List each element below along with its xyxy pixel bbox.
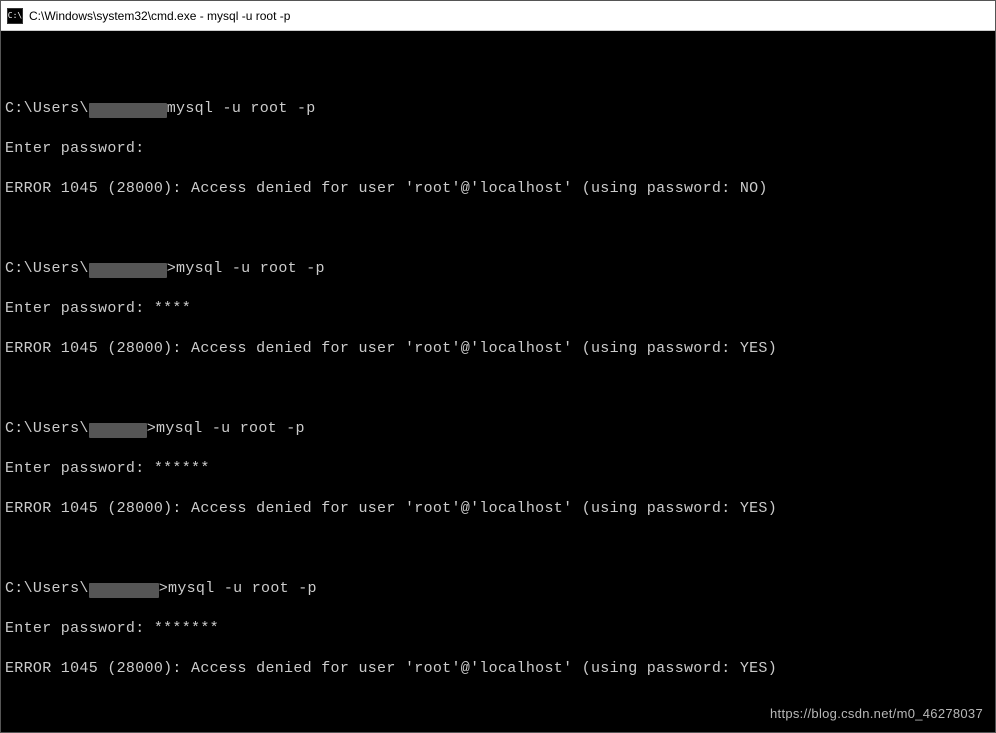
- redacted-username: [89, 263, 167, 278]
- terminal-line: C:\Users\ mysql -u root -p: [5, 99, 991, 119]
- redacted-username: [89, 583, 159, 598]
- terminal-line: ERROR 1045 (28000): Access denied for us…: [5, 659, 991, 679]
- prompt-path: C:\Users\: [5, 420, 89, 437]
- terminal-line: C:\Users\ >mysql -u root -p: [5, 419, 991, 439]
- terminal-line: [5, 59, 991, 79]
- terminal-line: ERROR 1045 (28000): Access denied for us…: [5, 339, 991, 359]
- terminal-line: C:\Users\ >mysql -u root -p: [5, 259, 991, 279]
- window-title: C:\Windows\system32\cmd.exe - mysql -u r…: [29, 9, 290, 23]
- prompt-path: C:\Users\: [5, 100, 89, 117]
- terminal-line: C:\Users\ >mysql -u root -p: [5, 579, 991, 599]
- terminal-line: [5, 379, 991, 399]
- titlebar[interactable]: C:\ C:\Windows\system32\cmd.exe - mysql …: [1, 1, 995, 31]
- terminal-line: ERROR 1045 (28000): Access denied for us…: [5, 179, 991, 199]
- watermark: https://blog.csdn.net/m0_46278037: [770, 704, 983, 724]
- prompt-path: C:\Users\: [5, 260, 89, 277]
- terminal-line: Enter password: *******: [5, 619, 991, 639]
- terminal-line: Enter password:: [5, 139, 991, 159]
- terminal-line: [5, 219, 991, 239]
- command-text: >mysql -u root -p: [159, 580, 317, 597]
- terminal-line: Enter password: ****: [5, 299, 991, 319]
- redacted-username: [89, 103, 167, 118]
- cmd-icon: C:\: [7, 8, 23, 24]
- terminal-output[interactable]: C:\Users\ mysql -u root -p Enter password…: [1, 31, 995, 732]
- command-text: >mysql -u root -p: [147, 420, 305, 437]
- prompt-path: C:\Users\: [5, 580, 89, 597]
- terminal-line: ERROR 1045 (28000): Access denied for us…: [5, 499, 991, 519]
- cmd-window: C:\ C:\Windows\system32\cmd.exe - mysql …: [0, 0, 996, 733]
- terminal-line: [5, 539, 991, 559]
- command-text: mysql -u root -p: [167, 100, 316, 117]
- command-text: >mysql -u root -p: [167, 260, 325, 277]
- terminal-line: Enter password: ******: [5, 459, 991, 479]
- redacted-username: [89, 423, 147, 438]
